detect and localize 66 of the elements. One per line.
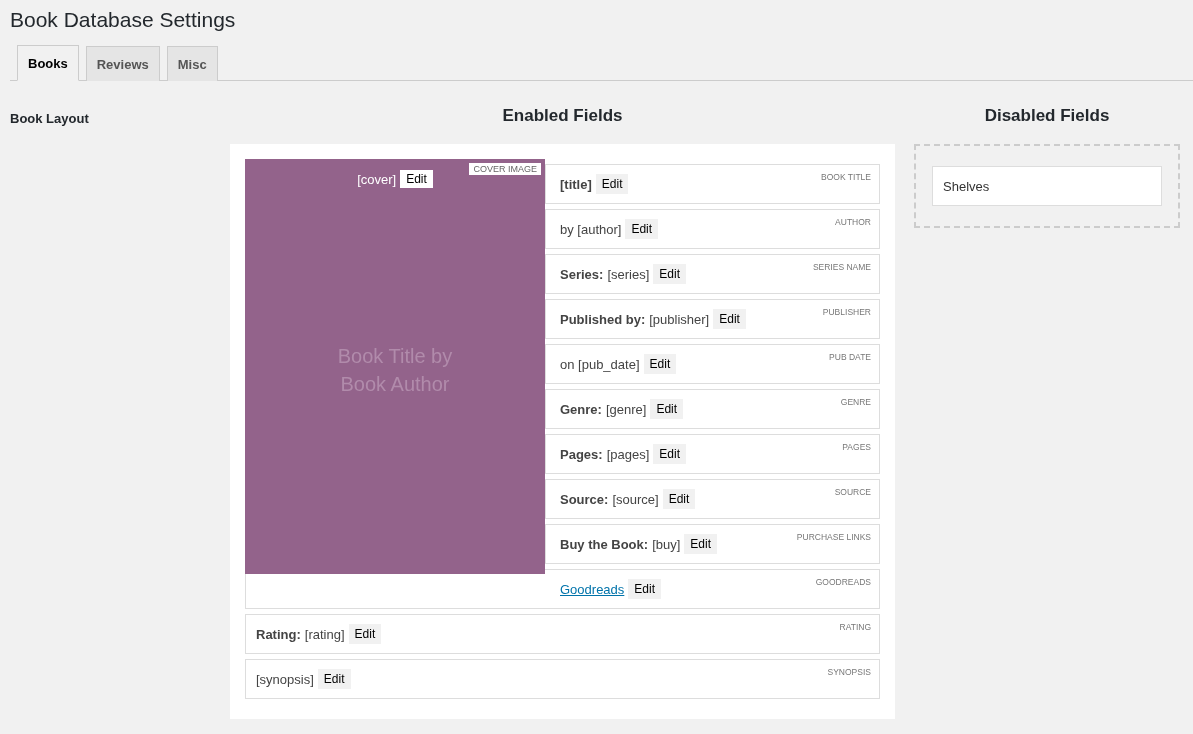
edit-button[interactable]: Edit <box>684 534 717 554</box>
field-value: [buy] <box>652 536 681 552</box>
field-row[interactable]: Published by: [publisher] Edit PUBLISHER <box>545 299 880 339</box>
field-row[interactable]: Pages: [pages] Edit PAGES <box>545 434 880 474</box>
edit-button[interactable]: Edit <box>348 624 382 644</box>
field-value: [publisher] <box>649 311 710 327</box>
field-tag: SOURCE <box>834 487 871 497</box>
field-tag: AUTHOR <box>835 217 871 227</box>
field-tag: PURCHASE LINKS <box>796 532 871 542</box>
field-row[interactable]: Shelves <box>932 166 1162 206</box>
field-value: [source] <box>612 491 659 507</box>
edit-button[interactable]: Edit <box>713 309 746 329</box>
field-value: [cover] <box>357 171 397 187</box>
tab[interactable]: Books <box>17 45 79 81</box>
field-row[interactable]: [title] Edit BOOK TITLE <box>545 164 880 204</box>
field-value: [synopsis] <box>256 671 314 687</box>
field-row[interactable]: on [pub_date] Edit PUB DATE <box>545 344 880 384</box>
column-heading: Enabled Fields <box>501 106 624 126</box>
column-heading: Disabled Fields <box>983 106 1111 126</box>
field-label: Pages: <box>560 446 603 462</box>
field-label: Genre: <box>560 401 602 417</box>
edit-button[interactable]: Edit <box>400 170 433 188</box>
field-tag: PAGES <box>842 442 871 452</box>
field-tag: RATING <box>839 622 871 632</box>
field-value: [rating] <box>304 626 345 642</box>
field-row[interactable]: Series: [series] Edit SERIES NAME <box>545 254 880 294</box>
field-value: on [pub_date] <box>560 356 640 372</box>
field-tag: PUBLISHER <box>822 307 871 317</box>
edit-button[interactable]: Edit <box>650 399 684 419</box>
field-value: [pages] <box>606 446 650 462</box>
field-value: [series] <box>607 266 650 282</box>
edit-button[interactable]: Edit <box>625 219 659 239</box>
field-tag: SYNOPSIS <box>827 667 871 677</box>
field-value: by [author] <box>560 221 622 237</box>
page-title: Book Database Settings <box>10 7 237 32</box>
field-label: Series: <box>560 266 604 282</box>
field-row[interactable]: Goodreads Edit GOODREADS <box>245 569 880 609</box>
section-label: Book Layout <box>10 111 89 126</box>
field-tag: BOOK TITLE <box>821 172 871 182</box>
field-label: Published by: <box>560 311 646 327</box>
field-value: [genre] <box>605 401 647 417</box>
field-tag: GENRE <box>840 397 871 407</box>
field-label: [title] <box>560 176 592 192</box>
field-tag: PUB DATE <box>829 352 871 362</box>
field-link[interactable]: Goodreads <box>560 581 625 597</box>
edit-button[interactable]: Edit <box>317 669 351 689</box>
field-row[interactable]: [synopsis] Edit SYNOPSIS <box>245 659 880 699</box>
field-row[interactable]: by [author] Edit AUTHOR <box>545 209 880 249</box>
edit-button[interactable]: Edit <box>653 444 686 464</box>
field-row[interactable]: Buy the Book: [buy] Edit PURCHASE LINKS <box>545 524 880 564</box>
edit-button[interactable]: Edit <box>628 579 661 599</box>
field-row[interactable]: Source: [source] Edit SOURCE <box>545 479 880 519</box>
edit-button[interactable]: Edit <box>662 489 696 509</box>
tab[interactable]: Misc <box>166 46 218 81</box>
tab[interactable]: Reviews <box>85 46 160 81</box>
field-row[interactable]: Rating: [rating] Edit RATING <box>245 614 880 654</box>
edit-button[interactable]: Edit <box>643 354 677 374</box>
field-label: Rating: <box>256 626 301 642</box>
field-tag: COVER IMAGE <box>469 163 541 175</box>
field-label: Source: <box>560 491 609 507</box>
field-row[interactable]: Genre: [genre] Edit GENRE <box>545 389 880 429</box>
edit-button[interactable]: Edit <box>595 174 629 194</box>
field-label: Buy the Book: <box>560 536 649 552</box>
field-tag: SERIES NAME <box>812 262 871 272</box>
field-tag: GOODREADS <box>815 577 871 587</box>
edit-button[interactable]: Edit <box>653 264 686 284</box>
